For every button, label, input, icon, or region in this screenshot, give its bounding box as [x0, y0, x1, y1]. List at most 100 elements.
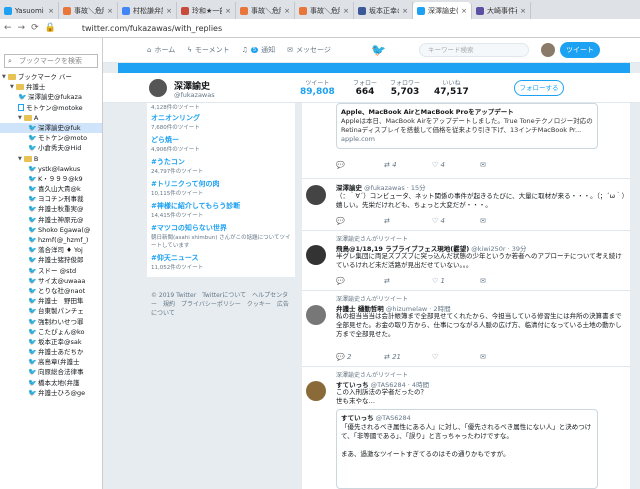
close-icon[interactable]: × — [520, 7, 526, 15]
bookmark-item[interactable]: ▼ A — [0, 113, 102, 123]
retweet-icon[interactable]: ⇄ 4 — [384, 161, 404, 169]
tweet[interactable]: 深澤諭史さんがリツイート すていっち @TAS6284 · 4時間 この入刑訴法… — [302, 367, 630, 489]
bookmark-search-input[interactable]: ブックマークを検索 — [4, 54, 98, 68]
tweet-button[interactable]: ツイート — [560, 42, 600, 58]
back-icon[interactable]: ← — [4, 23, 12, 33]
retweet-icon[interactable]: ⇄ — [384, 277, 404, 285]
bookmark-item[interactable]: 🐦 深澤諭史@fuk — [0, 122, 102, 134]
browser-tab[interactable]: 村松謙弁護× — [118, 2, 177, 19]
bookmark-item[interactable]: 🐦 弁護士秋重実@ — [0, 204, 102, 214]
like-icon[interactable]: ♡ 4 — [432, 161, 452, 169]
browser-tab[interactable]: 深澤諭史(× — [413, 2, 472, 19]
bookmark-item[interactable]: 🐦 喜久山大貴@k — [0, 184, 102, 194]
url-text[interactable]: twitter.com/fukazawas/with_replies — [82, 24, 222, 33]
close-icon[interactable]: × — [107, 7, 113, 15]
nav-notifications[interactable]: ♫ 5 通知 — [242, 45, 275, 55]
bookmark-item[interactable]: 🐦 弁護士猪狩俊郎 — [0, 255, 102, 265]
dm-icon[interactable]: ✉ — [480, 161, 500, 169]
close-icon[interactable]: × — [166, 7, 172, 15]
bookmark-item[interactable]: 🐦 サイ太@uwaaa — [0, 276, 102, 286]
profile-avatar[interactable] — [147, 77, 169, 99]
bookmark-item[interactable]: 🐦 台東製パンチェ — [0, 306, 102, 316]
close-icon[interactable]: × — [402, 7, 408, 15]
bookmark-item[interactable]: 🐦 スドー @std — [0, 266, 102, 276]
reply-icon[interactable]: 💬 — [336, 161, 356, 169]
tweet[interactable]: 深澤諭史さんがリツイート 弁護士 樋勤哲明 @hizumelaw · 2時間 私… — [302, 291, 630, 367]
like-icon[interactable]: ♡ 4 — [432, 217, 452, 225]
browser-tab[interactable]: 事故＼危険× — [59, 2, 118, 19]
tweet-avatar[interactable] — [306, 245, 326, 265]
bookmark-item[interactable]: 🐦 hzmf(@_hzmf_) — [0, 235, 102, 245]
close-icon[interactable]: × — [461, 7, 467, 15]
bookmark-item[interactable]: 🐦 とりな社@naot — [0, 286, 102, 296]
bookmark-item[interactable]: 🐦 向原総合法律事 — [0, 367, 102, 377]
close-icon[interactable]: × — [225, 7, 231, 15]
trend-item[interactable]: 4,128件のツイート — [151, 103, 291, 111]
tweet[interactable]: 深澤諭史 @fukazawas · 15分 （：｀∀´）コンビュータ、ネット関係… — [302, 179, 630, 231]
nav-moments[interactable]: ϟ モーメント — [187, 45, 229, 55]
profile-stat[interactable]: ツイート 89,808 — [300, 78, 335, 97]
chevron-down-icon[interactable]: ▼ — [10, 82, 14, 92]
trend-item[interactable]: #仰天ニュース 11,052件のツイート — [151, 253, 291, 271]
dm-icon[interactable]: ✉ — [480, 353, 500, 361]
bookmark-item[interactable]: 🐦 強制わいせつ罪 — [0, 317, 102, 327]
bookmark-item[interactable]: 🐦 モトケン@moto — [0, 133, 102, 143]
chevron-down-icon[interactable]: ▼ — [18, 113, 22, 123]
close-icon[interactable]: × — [48, 7, 54, 15]
profile-stat[interactable]: いいね 47,517 — [434, 78, 469, 97]
forward-icon[interactable]: → — [18, 23, 26, 33]
bookmark-item[interactable]: 🐦 弁護士あだちか — [0, 347, 102, 357]
trend-item[interactable]: どら焼ー 4,906件のツイート — [151, 135, 291, 153]
tweet-avatar[interactable] — [306, 381, 326, 401]
profile-stat[interactable]: フォロワー 5,703 — [390, 78, 420, 97]
browser-tab[interactable]: 玲和★一部× — [177, 2, 236, 19]
reply-icon[interactable]: 💬 — [336, 217, 356, 225]
bookmark-item[interactable]: ▼ B — [0, 154, 102, 164]
bookmark-item[interactable]: ▼ ブックマーク バー — [0, 72, 102, 82]
bookmark-item[interactable]: 🐦 ヨコチン刑事裁 — [0, 194, 102, 204]
bookmark-item[interactable]: 🐦 こたぴょん@ko — [0, 327, 102, 337]
profile-stat[interactable]: フォロー 664 — [353, 78, 377, 97]
bookmark-item[interactable]: 🐦 落合洋司 ♦ Yoj — [0, 245, 102, 255]
retweet-icon[interactable]: ⇄ 21 — [384, 353, 404, 361]
browser-tab[interactable]: 事故＼危険× — [236, 2, 295, 19]
twitter-bird-icon[interactable]: 🐦 — [371, 43, 386, 57]
tweet-avatar[interactable] — [306, 305, 326, 325]
nav-messages[interactable]: ✉ メッセージ — [287, 45, 331, 55]
bookmark-item[interactable]: 🐦 K・９９９@k9 — [0, 174, 102, 184]
like-icon[interactable]: ♡ 1 — [432, 277, 452, 285]
dm-icon[interactable]: ✉ — [480, 217, 500, 225]
browser-tab[interactable]: 事故＼危険× — [295, 2, 354, 19]
trend-item[interactable]: オニオンリング 7,680件のツイート — [151, 113, 291, 131]
twitter-search-input[interactable]: キーワード検索 — [419, 43, 529, 57]
trend-item[interactable]: #神様に紹介してもらう診断 14,415件のツイート — [151, 201, 291, 219]
like-icon[interactable]: ♡ — [432, 353, 452, 361]
bookmark-item[interactable]: 🐦 弁護士 野田隼 — [0, 296, 102, 306]
bookmark-item[interactable]: 🐦 高島章(弁護士 — [0, 357, 102, 367]
reply-icon[interactable]: 💬 2 — [336, 353, 356, 361]
footer-links[interactable]: © 2019 Twitter Twitterについて ヘルプセンター 規約 プラ… — [151, 291, 291, 318]
tweet[interactable]: 深澤諭史さんがリツイート 飛鳥@1/18,19 ラブライブフェス現地(霰望) @… — [302, 231, 630, 291]
bookmark-item[interactable]: 🐦 弁護士ひろ@ge — [0, 388, 102, 398]
close-icon[interactable]: × — [284, 7, 290, 15]
bookmark-item[interactable]: 🐦 弁護士神原元@ — [0, 215, 102, 225]
nav-home[interactable]: ⌂ ホーム — [147, 45, 175, 55]
bookmark-item[interactable]: モトケン@motoke — [0, 103, 102, 113]
close-icon[interactable]: × — [343, 7, 349, 15]
tweet-card[interactable]: Apple、MacBook AirとMacBook Proをアップデート App… — [302, 103, 630, 179]
link-card[interactable]: Apple、MacBook AirとMacBook Proをアップデート App… — [336, 103, 598, 149]
bookmark-item[interactable]: 🐦 ystk@lawkus — [0, 164, 102, 174]
reply-icon[interactable]: 💬 — [336, 277, 356, 285]
bookmark-item[interactable]: 🐦 坂本正幸@sak — [0, 337, 102, 347]
bookmark-item[interactable]: 🐦 橋本太地(弁護 — [0, 378, 102, 388]
quoted-tweet[interactable]: すていっち @TAS6284 「優先されるべき属性にある人」に対し、「優先される… — [336, 409, 598, 489]
browser-tab[interactable]: 坂本正幸の× — [354, 2, 413, 19]
chevron-down-icon[interactable]: ▼ — [2, 72, 6, 82]
bookmark-item[interactable]: 🐦 小倉秀夫@Hid — [0, 143, 102, 153]
reload-icon[interactable]: ⟳ — [31, 23, 39, 33]
retweet-icon[interactable]: ⇄ — [384, 217, 404, 225]
user-avatar[interactable] — [541, 43, 555, 57]
tweet-author[interactable]: 深澤諭史 — [336, 184, 362, 192]
chevron-down-icon[interactable]: ▼ — [18, 154, 22, 164]
tweet-avatar[interactable] — [306, 185, 326, 205]
